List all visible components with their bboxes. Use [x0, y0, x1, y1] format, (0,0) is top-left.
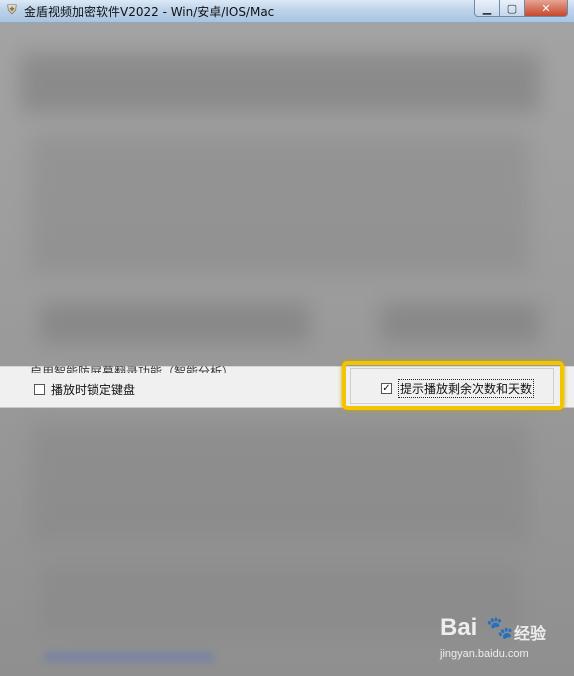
- window-title: 金盾视频加密软件V2022 - Win/安卓/IOS/Mac: [24, 5, 275, 19]
- lock-keyboard-label: 播放时锁定键盘: [51, 383, 136, 397]
- maximize-button[interactable]: ▢: [500, 0, 525, 17]
- title-bar: ⛨ 金盾视频加密软件V2022 - Win/安卓/IOS/Mac ▁ ▢ ✕: [0, 0, 574, 23]
- watermark: Bai 🐾 经验 jingyan.baidu.com: [440, 612, 560, 664]
- app-shield-icon: ⛨: [7, 3, 17, 18]
- window-controls: ▁ ▢ ✕: [474, 0, 568, 18]
- maximize-icon: ▢: [506, 1, 518, 15]
- blurred-region: [20, 53, 540, 113]
- partial-option-label: 启用智能防屏幕翻录功能（智能分析）: [30, 365, 235, 373]
- blurred-window-body: [0, 23, 574, 676]
- close-button[interactable]: ✕: [525, 0, 568, 17]
- lock-keyboard-option[interactable]: 播放时锁定键盘: [34, 381, 135, 398]
- minimize-icon: ▁: [482, 1, 492, 15]
- blurred-region: [40, 303, 310, 343]
- watermark-url: jingyan.baidu.com: [440, 648, 529, 660]
- watermark-brand: Bai: [440, 614, 478, 641]
- minimize-button[interactable]: ▁: [474, 0, 500, 17]
- blurred-region: [30, 423, 530, 543]
- close-icon: ✕: [541, 1, 551, 15]
- watermark-brand-cn: 经验: [514, 624, 547, 643]
- lock-keyboard-checkbox[interactable]: [34, 384, 45, 395]
- highlight-box: [342, 361, 564, 410]
- paw-icon: 🐾: [486, 616, 514, 641]
- blurred-region: [380, 303, 540, 343]
- blurred-region: [30, 133, 530, 273]
- blurred-link: [44, 652, 214, 662]
